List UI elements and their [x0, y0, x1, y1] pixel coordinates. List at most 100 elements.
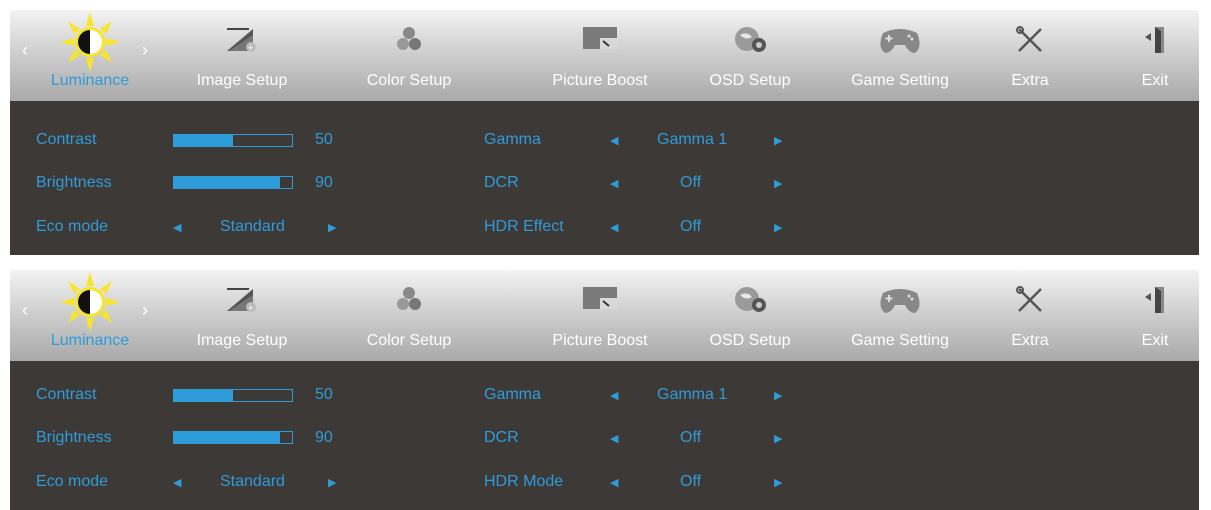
tab-prev-arrow-icon[interactable]: ‹ — [22, 300, 28, 321]
tab-label: Color Setup — [366, 72, 452, 89]
tab-luminance[interactable]: ‹ › Luminance — [10, 10, 170, 101]
tab-label: Picture Boost — [552, 332, 648, 349]
tab-label: Luminance — [50, 72, 130, 89]
osd-panel-2: ‹ › Luminance + Image Setup Color Setup … — [10, 270, 1199, 510]
contrast-slider-fill — [174, 390, 233, 401]
gamma-left-arrow-icon[interactable]: ◀ — [610, 389, 618, 402]
dcr-label: DCR — [484, 174, 519, 191]
gamma-label: Gamma — [484, 131, 541, 148]
tab-label: Image Setup — [196, 332, 288, 349]
tab-label: Color Setup — [366, 332, 452, 349]
tab-game-setting[interactable]: Game Setting — [840, 270, 960, 361]
tab-exit[interactable]: Exit — [1120, 270, 1190, 361]
sun-icon — [60, 272, 120, 332]
contrast-label: Contrast — [36, 131, 97, 148]
tab-luminance[interactable]: ‹ › Luminance — [10, 270, 170, 361]
tools-icon — [1016, 26, 1042, 52]
osd-panel-1: ‹ › Luminance + Image Setup Color Setup … — [10, 10, 1199, 255]
dcr-value: Off — [680, 429, 702, 446]
gamma-value: Gamma 1 — [657, 131, 728, 148]
tab-extra[interactable]: Extra — [990, 10, 1070, 101]
hdr-left-arrow-icon[interactable]: ◀ — [610, 476, 618, 489]
dcr-left-arrow-icon[interactable]: ◀ — [610, 177, 618, 190]
eco-mode-label: Eco mode — [36, 218, 109, 235]
gamma-left-arrow-icon[interactable]: ◀ — [610, 134, 618, 147]
dcr-left-arrow-icon[interactable]: ◀ — [610, 432, 618, 445]
tab-image-setup[interactable]: + Image Setup — [182, 270, 302, 361]
brightness-slider[interactable] — [173, 431, 293, 444]
eco-mode-left-arrow-icon[interactable]: ◀ — [173, 221, 181, 234]
gamma-value: Gamma 1 — [657, 386, 728, 403]
tab-image-setup[interactable]: + Image Setup — [182, 10, 302, 101]
dcr-label: DCR — [484, 429, 519, 446]
tab-label: Picture Boost — [552, 72, 648, 89]
eco-mode-label: Eco mode — [36, 473, 109, 490]
contrast-slider[interactable] — [173, 389, 293, 402]
color-setup-icon — [397, 287, 421, 310]
exit-door-icon — [1145, 27, 1164, 53]
tools-icon — [1016, 286, 1042, 312]
tab-label: Image Setup — [196, 72, 288, 89]
gamma-label: Gamma — [484, 386, 541, 403]
gamepad-icon — [880, 289, 920, 313]
color-setup-icon — [397, 27, 421, 50]
hdr-label: HDR Effect — [484, 218, 564, 235]
osd-tab-bar: ‹ › Luminance + Image Setup Color Setup … — [10, 10, 1199, 101]
tab-label: Extra — [1011, 72, 1049, 89]
picture-boost-icon — [583, 27, 617, 49]
brightness-slider-fill — [174, 177, 281, 188]
tab-label: Extra — [1011, 332, 1049, 349]
eco-mode-value: Standard — [220, 218, 285, 235]
tab-label: Game Setting — [851, 72, 949, 89]
tab-next-arrow-icon[interactable]: › — [142, 40, 148, 61]
dcr-right-arrow-icon[interactable]: ▶ — [774, 432, 782, 445]
dcr-value: Off — [680, 174, 702, 191]
osd-setup-icon — [735, 287, 766, 312]
tab-label: Exit — [1141, 72, 1169, 89]
tab-extra[interactable]: Extra — [990, 270, 1070, 361]
contrast-slider-fill — [174, 135, 233, 146]
tab-picture-boost[interactable]: Picture Boost — [530, 10, 670, 101]
hdr-right-arrow-icon[interactable]: ▶ — [774, 221, 782, 234]
hdr-value: Off — [680, 473, 702, 490]
brightness-slider[interactable] — [173, 176, 293, 189]
contrast-value: 50 — [315, 131, 333, 148]
tab-prev-arrow-icon[interactable]: ‹ — [22, 40, 28, 61]
tab-osd-setup[interactable]: OSD Setup — [690, 270, 810, 361]
contrast-value: 50 — [315, 386, 333, 403]
gamma-right-arrow-icon[interactable]: ▶ — [774, 389, 782, 402]
hdr-label: HDR Mode — [484, 473, 564, 490]
eco-mode-right-arrow-icon[interactable]: ▶ — [328, 221, 336, 234]
brightness-value: 90 — [315, 429, 333, 446]
brightness-slider-fill — [174, 432, 281, 443]
dcr-right-arrow-icon[interactable]: ▶ — [774, 177, 782, 190]
picture-boost-icon — [583, 287, 617, 309]
hdr-right-arrow-icon[interactable]: ▶ — [774, 476, 782, 489]
tab-color-setup[interactable]: Color Setup — [354, 270, 464, 361]
tab-osd-setup[interactable]: OSD Setup — [690, 10, 810, 101]
eco-mode-left-arrow-icon[interactable]: ◀ — [173, 476, 181, 489]
tab-label: Game Setting — [851, 332, 949, 349]
hdr-value: Off — [680, 218, 702, 235]
tab-picture-boost[interactable]: Picture Boost — [530, 270, 670, 361]
svg-text:+: + — [248, 303, 253, 313]
tab-game-setting[interactable]: Game Setting — [840, 10, 960, 101]
tab-color-setup[interactable]: Color Setup — [354, 10, 464, 101]
tab-label: Luminance — [50, 332, 130, 349]
gamma-right-arrow-icon[interactable]: ▶ — [774, 134, 782, 147]
sun-icon — [60, 12, 120, 72]
osd-setup-icon — [735, 27, 766, 52]
hdr-left-arrow-icon[interactable]: ◀ — [610, 221, 618, 234]
tab-next-arrow-icon[interactable]: › — [142, 300, 148, 321]
osd-settings-area: Contrast 50 Brightness 90 Eco mode ◀ Sta… — [10, 101, 1199, 255]
eco-mode-value: Standard — [220, 473, 285, 490]
eco-mode-right-arrow-icon[interactable]: ▶ — [328, 476, 336, 489]
tab-exit[interactable]: Exit — [1120, 10, 1190, 101]
brightness-label: Brightness — [36, 174, 112, 191]
svg-text:+: + — [248, 43, 253, 53]
image-setup-icon: + — [227, 28, 256, 53]
brightness-label: Brightness — [36, 429, 112, 446]
contrast-slider[interactable] — [173, 134, 293, 147]
image-setup-icon: + — [227, 288, 256, 313]
exit-door-icon — [1145, 287, 1164, 313]
